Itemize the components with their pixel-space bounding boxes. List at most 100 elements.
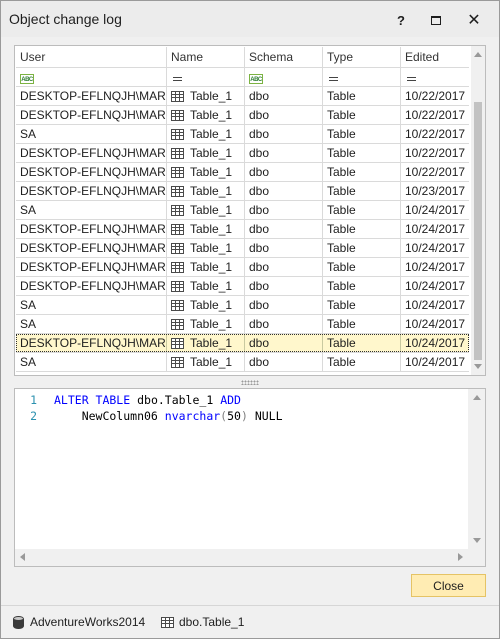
filter-cell-name[interactable] — [167, 68, 245, 86]
cell-user[interactable]: SA — [16, 201, 167, 219]
table-row[interactable]: DESKTOP-EFLNQJH\MARIJA Table_1 dbo Table 10/… — [16, 163, 469, 182]
cell-name[interactable]: Table_1 — [167, 239, 245, 257]
column-header-schema[interactable]: Schema — [245, 47, 323, 67]
cell-name[interactable]: Table_1 — [167, 353, 245, 371]
cell-schema[interactable]: dbo — [245, 315, 323, 333]
cell-type[interactable]: Table — [323, 353, 401, 371]
abc-filter-icon[interactable]: ABC — [20, 74, 34, 84]
scroll-up-arrow-icon[interactable] — [473, 395, 481, 400]
cell-name[interactable]: Table_1 — [167, 220, 245, 238]
table-row[interactable]: SA Table_1 dbo Table 10/24/2017 — [16, 315, 469, 334]
cell-edited[interactable]: 10/22/2017 — [401, 163, 469, 181]
cell-type[interactable]: Table — [323, 182, 401, 200]
table-row[interactable]: DESKTOP-EFLNQJH\MARIJA Table_1 dbo Table 10/… — [16, 106, 469, 125]
cell-edited[interactable]: 10/24/2017 — [401, 258, 469, 276]
cell-name[interactable]: Table_1 — [167, 315, 245, 333]
cell-edited[interactable]: 10/22/2017 — [401, 87, 469, 105]
filter-cell-schema[interactable]: ABC — [245, 68, 323, 86]
equals-filter-icon[interactable] — [329, 77, 338, 81]
cell-schema[interactable]: dbo — [245, 334, 323, 352]
cell-type[interactable]: Table — [323, 315, 401, 333]
cell-schema[interactable]: dbo — [245, 201, 323, 219]
equals-filter-icon[interactable] — [173, 77, 182, 81]
cell-schema[interactable]: dbo — [245, 144, 323, 162]
filter-cell-user[interactable]: ABC — [16, 68, 167, 86]
grid-vertical-scrollbar[interactable] — [471, 46, 485, 375]
scroll-left-arrow-icon[interactable] — [20, 553, 25, 561]
cell-edited[interactable]: 10/22/2017 — [401, 144, 469, 162]
cell-type[interactable]: Table — [323, 106, 401, 124]
cell-user[interactable]: SA — [16, 353, 167, 371]
table-row[interactable]: SA Table_1 dbo Table 10/24/2017 — [16, 201, 469, 220]
cell-schema[interactable]: dbo — [245, 353, 323, 371]
cell-user[interactable]: SA — [16, 125, 167, 143]
cell-name[interactable]: Table_1 — [167, 106, 245, 124]
table-row[interactable]: DESKTOP-EFLNQJH\MARIJA Table_1 dbo Table 10/… — [16, 182, 469, 201]
cell-name[interactable]: Table_1 — [167, 144, 245, 162]
scrollbar-thumb[interactable] — [474, 102, 482, 360]
cell-type[interactable]: Table — [323, 220, 401, 238]
cell-schema[interactable]: dbo — [245, 239, 323, 257]
cell-edited[interactable]: 10/24/2017 — [401, 201, 469, 219]
scroll-right-arrow-icon[interactable] — [458, 553, 463, 561]
cell-name[interactable]: Table_1 — [167, 277, 245, 295]
cell-user[interactable]: DESKTOP-EFLNQJH\MARIJA — [16, 258, 167, 276]
splitter-grip[interactable] — [241, 380, 259, 385]
cell-schema[interactable]: dbo — [245, 125, 323, 143]
column-header-user[interactable]: User — [16, 47, 167, 67]
help-button[interactable]: ? — [387, 7, 415, 33]
close-button[interactable]: Close — [411, 574, 486, 597]
cell-edited[interactable]: 10/22/2017 — [401, 125, 469, 143]
cell-schema[interactable]: dbo — [245, 106, 323, 124]
cell-type[interactable]: Table — [323, 201, 401, 219]
cell-schema[interactable]: dbo — [245, 182, 323, 200]
cell-edited[interactable]: 10/23/2017 — [401, 182, 469, 200]
cell-edited[interactable]: 10/24/2017 — [401, 334, 469, 352]
filter-cell-type[interactable] — [323, 68, 401, 86]
cell-user[interactable]: DESKTOP-EFLNQJH\MARIJA — [16, 334, 167, 352]
cell-edited[interactable]: 10/24/2017 — [401, 353, 469, 371]
editor-horizontal-scrollbar[interactable] — [15, 549, 468, 566]
cell-user[interactable]: DESKTOP-EFLNQJH\MARIJA — [16, 182, 167, 200]
scroll-up-arrow-icon[interactable] — [474, 52, 482, 57]
change-log-grid[interactable]: User Name Schema Type Edited ABC ABC DES… — [14, 45, 486, 376]
filter-cell-edited[interactable] — [401, 68, 469, 86]
cell-user[interactable]: DESKTOP-EFLNQJH\MARIJA — [16, 277, 167, 295]
table-row[interactable]: SA Table_1 dbo Table 10/24/2017 — [16, 296, 469, 315]
cell-edited[interactable]: 10/22/2017 — [401, 106, 469, 124]
scroll-down-arrow-icon[interactable] — [473, 538, 481, 543]
cell-name[interactable]: Table_1 — [167, 296, 245, 314]
abc-filter-icon[interactable]: ABC — [249, 74, 263, 84]
cell-name[interactable]: Table_1 — [167, 182, 245, 200]
cell-schema[interactable]: dbo — [245, 296, 323, 314]
table-row[interactable]: SA Table_1 dbo Table 10/22/2017 — [16, 125, 469, 144]
cell-type[interactable]: Table — [323, 296, 401, 314]
scroll-down-arrow-icon[interactable] — [474, 364, 482, 369]
cell-schema[interactable]: dbo — [245, 87, 323, 105]
cell-schema[interactable]: dbo — [245, 163, 323, 181]
cell-name[interactable]: Table_1 — [167, 163, 245, 181]
cell-user[interactable]: SA — [16, 315, 167, 333]
cell-name[interactable]: Table_1 — [167, 258, 245, 276]
cell-user[interactable]: SA — [16, 296, 167, 314]
cell-name[interactable]: Table_1 — [167, 125, 245, 143]
cell-user[interactable]: DESKTOP-EFLNQJH\MARIJA — [16, 163, 167, 181]
cell-type[interactable]: Table — [323, 163, 401, 181]
column-header-type[interactable]: Type — [323, 47, 401, 67]
cell-user[interactable]: DESKTOP-EFLNQJH\MARIJA — [16, 87, 167, 105]
cell-edited[interactable]: 10/24/2017 — [401, 239, 469, 257]
table-row[interactable]: DESKTOP-EFLNQJH\MARIJA Table_1 dbo Table 10/… — [16, 334, 469, 353]
cell-edited[interactable]: 10/24/2017 — [401, 296, 469, 314]
cell-name[interactable]: Table_1 — [167, 87, 245, 105]
cell-edited[interactable]: 10/24/2017 — [401, 315, 469, 333]
cell-type[interactable]: Table — [323, 125, 401, 143]
cell-user[interactable]: DESKTOP-EFLNQJH\MARIJA — [16, 220, 167, 238]
editor-vertical-scrollbar[interactable] — [468, 389, 485, 549]
cell-schema[interactable]: dbo — [245, 220, 323, 238]
table-row[interactable]: DESKTOP-EFLNQJH\MARIJA Table_1 dbo Table 10/… — [16, 87, 469, 106]
cell-user[interactable]: DESKTOP-EFLNQJH\MARIJA — [16, 239, 167, 257]
cell-edited[interactable]: 10/24/2017 — [401, 220, 469, 238]
column-header-name[interactable]: Name — [167, 47, 245, 67]
cell-type[interactable]: Table — [323, 258, 401, 276]
cell-user[interactable]: DESKTOP-EFLNQJH\MARIJA — [16, 106, 167, 124]
